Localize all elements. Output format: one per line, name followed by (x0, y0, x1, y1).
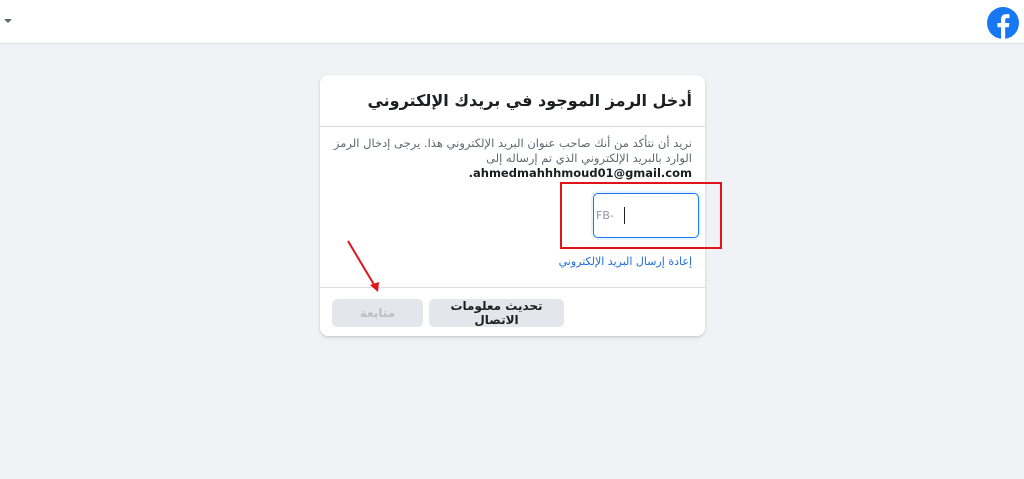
top-bar (0, 0, 1024, 44)
resend-email-link[interactable]: إعادة إرسال البريد الإلكتروني (492, 255, 692, 269)
divider (320, 126, 705, 127)
card-description: نريد أن نتأكد من أنك صاحب عنوان البريد ا… (332, 136, 692, 181)
email-address: ahmedmahhhmoud01@gmail.com. (468, 166, 692, 180)
card-title: أدخل الرمز الموجود في بريدك الإلكتروني (367, 91, 692, 110)
facebook-logo-icon[interactable] (987, 7, 1019, 39)
update-contact-info-button[interactable]: تحديث معلومات الاتصال (429, 299, 564, 327)
description-text: نريد أن نتأكد من أنك صاحب عنوان البريد ا… (333, 136, 692, 165)
red-arrow-icon (347, 240, 379, 292)
caret-down-icon[interactable] (4, 19, 12, 23)
highlight-box (560, 182, 722, 249)
continue-button[interactable]: متابعة (332, 299, 423, 327)
